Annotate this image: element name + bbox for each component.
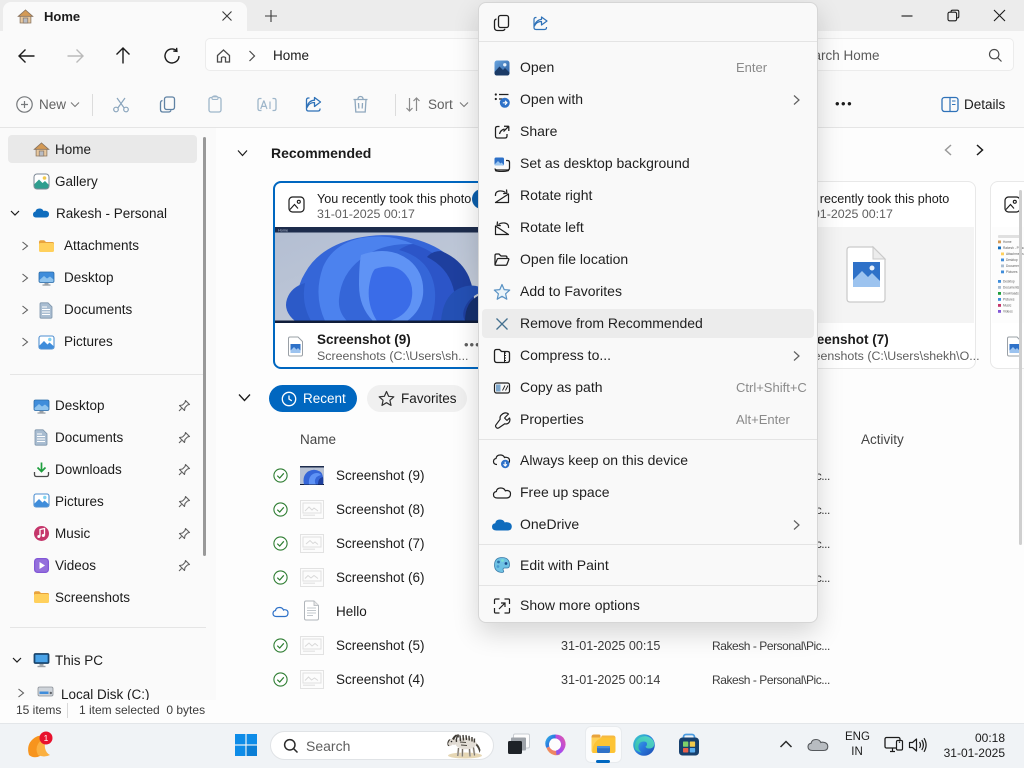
- svg-text:Downloads: Downloads: [1003, 292, 1019, 296]
- svg-text:Documents: Documents: [1003, 286, 1020, 290]
- svg-text:Videos: Videos: [1003, 310, 1013, 314]
- svg-text:Home: Home: [278, 229, 288, 233]
- svg-text:Desktop: Desktop: [1006, 258, 1018, 262]
- svg-text:Home: Home: [1003, 240, 1012, 244]
- svg-text:Desktop: Desktop: [1003, 280, 1015, 284]
- svg-text:Music: Music: [1003, 304, 1012, 308]
- svg-text:1: 1: [44, 733, 49, 743]
- svg-text:Pictures: Pictures: [1006, 270, 1018, 274]
- svg-text:Pictures: Pictures: [1003, 298, 1015, 302]
